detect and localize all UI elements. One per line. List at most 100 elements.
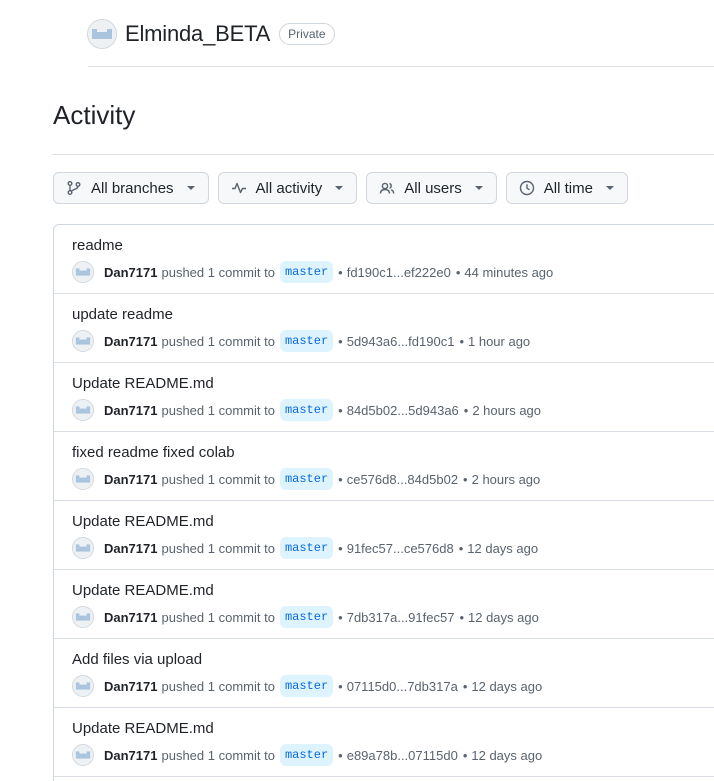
commit-range-link[interactable]: 91fec57...ce576d8 — [347, 541, 454, 556]
activity-list: readme Dan7171 pushed 1 commit to master… — [53, 224, 714, 781]
commit-message[interactable]: Update README.md — [72, 582, 214, 599]
activity-row[interactable]: Update README.md Dan7171 pushed 1 commit… — [54, 570, 714, 639]
commit-range-link[interactable]: 7db317a...91fec57 — [347, 610, 455, 625]
branch-label[interactable]: master — [279, 744, 334, 766]
activity-row[interactable]: Add files via upload Dan7171 pushed 1 co… — [54, 639, 714, 708]
page-title: Activity — [53, 100, 136, 130]
commit-range-link[interactable]: 84d5b02...5d943a6 — [347, 403, 459, 418]
chevron-down-icon — [605, 183, 615, 193]
separator-dot: • — [338, 540, 343, 556]
user-avatar[interactable] — [72, 330, 94, 352]
push-meta: Dan7171 pushed 1 commit to master • 84d5… — [72, 398, 541, 422]
filter-bar: All branches All activity All users All … — [53, 172, 628, 204]
relative-time: 12 days ago — [467, 540, 539, 556]
user-avatar[interactable] — [72, 744, 94, 766]
repo-name[interactable]: Elminda_BETA — [125, 21, 270, 47]
push-action-text: pushed 1 commit to — [161, 264, 275, 280]
user-avatar[interactable] — [72, 261, 94, 283]
commit-message[interactable]: fixed readme fixed colab — [72, 444, 235, 461]
separator-dot: • — [338, 402, 343, 418]
activity-row[interactable]: update readme Dan7171 pushed 1 commit to… — [54, 294, 714, 363]
activity-row[interactable]: Update README.md Dan7171 pushed 1 commit… — [54, 363, 714, 432]
branch-label[interactable]: master — [279, 399, 334, 421]
push-meta: Dan7171 pushed 1 commit to master • fd19… — [72, 260, 553, 284]
push-action-text: pushed 1 commit to — [161, 747, 275, 763]
repo-header: Elminda_BETA Private — [87, 18, 335, 50]
push-action-text: pushed 1 commit to — [161, 678, 275, 694]
push-meta: Dan7171 pushed 1 commit to master • e89a… — [72, 743, 542, 767]
branches-filter-label: All branches — [91, 179, 174, 197]
separator-dot: • — [459, 609, 464, 625]
commit-message[interactable]: readme — [72, 237, 123, 254]
separator-dot: • — [338, 678, 343, 694]
activity-row[interactable]: readme Dan7171 pushed 1 commit to master… — [54, 225, 714, 294]
identicon-icon — [73, 538, 93, 558]
username-link[interactable]: Dan7171 — [104, 610, 157, 625]
separator-dot: • — [462, 678, 468, 694]
username-link[interactable]: Dan7171 — [104, 541, 157, 556]
commit-message[interactable]: Update README.md — [72, 375, 214, 392]
branch-label[interactable]: master — [279, 468, 334, 490]
commit-message[interactable]: Update README.md — [72, 513, 214, 530]
branch-label[interactable]: master — [279, 537, 334, 559]
chevron-down-icon — [474, 183, 484, 193]
separator-dot: • — [338, 333, 343, 349]
commit-range-link[interactable]: 07115d0...7db317a — [347, 679, 458, 694]
separator-dot: • — [462, 747, 468, 763]
push-action-text: pushed 1 commit to — [161, 471, 275, 487]
commit-message[interactable]: Add files via upload — [72, 651, 202, 668]
relative-time: 2 hours ago — [472, 402, 542, 418]
identicon-icon — [88, 20, 116, 48]
push-action-text: pushed 1 commit to — [161, 402, 275, 418]
commit-message[interactable]: Update README.md — [72, 720, 214, 737]
activity-row[interactable]: fixed readme fixed colab Dan7171 pushed … — [54, 432, 714, 501]
visibility-badge: Private — [279, 23, 335, 45]
branch-label[interactable]: master — [279, 330, 334, 352]
user-avatar[interactable] — [72, 675, 94, 697]
identicon-icon — [73, 469, 93, 489]
repo-avatar[interactable] — [87, 19, 117, 49]
commit-range-link[interactable]: 5d943a6...fd190c1 — [347, 334, 455, 349]
commit-message[interactable]: update readme — [72, 306, 173, 323]
username-link[interactable]: Dan7171 — [104, 334, 157, 349]
push-meta: Dan7171 pushed 1 commit to master • ce57… — [72, 467, 540, 491]
commit-range-link[interactable]: e89a78b...07115d0 — [347, 748, 458, 763]
branches-filter-button[interactable]: All branches — [53, 172, 209, 204]
username-link[interactable]: Dan7171 — [104, 265, 157, 280]
username-link[interactable]: Dan7171 — [104, 403, 157, 418]
activity-filter-button[interactable]: All activity — [217, 172, 358, 204]
users-filter-label: All users — [404, 179, 462, 197]
identicon-icon — [73, 607, 93, 627]
relative-time: 44 minutes ago — [464, 264, 554, 280]
push-action-text: pushed 1 commit to — [161, 540, 275, 556]
activity-row[interactable]: Update README.md Dan7171 pushed 1 commit… — [54, 708, 714, 777]
relative-time: 2 hours ago — [471, 471, 541, 487]
commit-range-link[interactable]: fd190c1...ef222e0 — [347, 265, 451, 280]
relative-time: 1 hour ago — [468, 333, 531, 349]
relative-time: 12 days ago — [468, 609, 539, 625]
separator-dot: • — [458, 540, 464, 556]
separator-dot: • — [338, 471, 343, 487]
identicon-icon — [73, 262, 93, 282]
time-filter-button[interactable]: All time — [505, 172, 628, 204]
username-link[interactable]: Dan7171 — [104, 679, 157, 694]
user-avatar[interactable] — [72, 606, 94, 628]
branch-label[interactable]: master — [279, 606, 334, 628]
push-action-text: pushed 1 commit to — [161, 609, 275, 625]
separator-dot: • — [463, 402, 469, 418]
push-action-text: pushed 1 commit to — [161, 333, 275, 349]
username-link[interactable]: Dan7171 — [104, 748, 157, 763]
activity-row[interactable]: Update README.md Dan7171 pushed 1 commit… — [54, 501, 714, 570]
separator-dot: • — [338, 609, 343, 625]
separator-dot: • — [455, 264, 461, 280]
username-link[interactable]: Dan7171 — [104, 472, 157, 487]
user-avatar[interactable] — [72, 468, 94, 490]
time-filter-label: All time — [543, 179, 593, 197]
branch-label[interactable]: master — [279, 261, 334, 283]
users-filter-button[interactable]: All users — [366, 172, 497, 204]
relative-time: 12 days ago — [471, 747, 543, 763]
branch-label[interactable]: master — [279, 675, 334, 697]
user-avatar[interactable] — [72, 399, 94, 421]
user-avatar[interactable] — [72, 537, 94, 559]
commit-range-link[interactable]: ce576d8...84d5b02 — [347, 472, 458, 487]
